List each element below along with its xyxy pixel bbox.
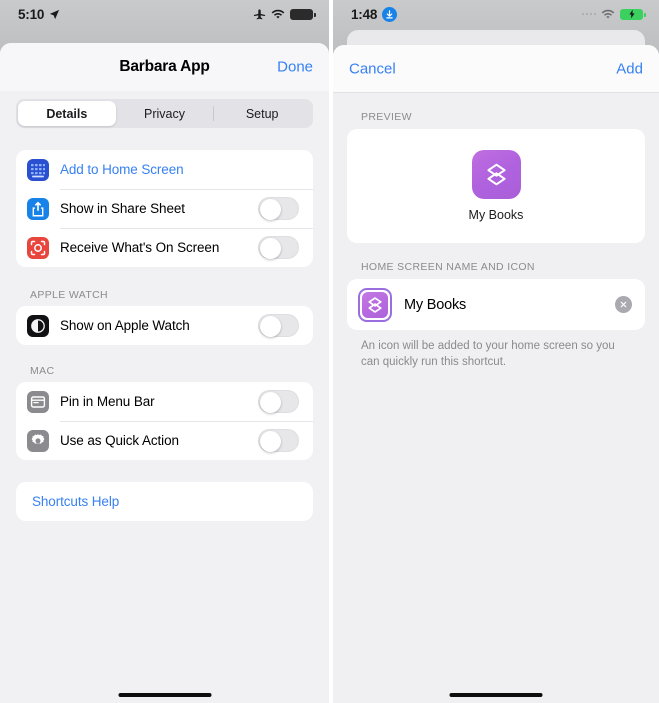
row-receive-whats-on-screen[interactable]: Receive What's On Screen xyxy=(16,228,313,267)
left-phone-panel: 5:10 Barbara App Done Details Privacy Se… xyxy=(0,0,329,703)
apple-watch-section-label: APPLE WATCH xyxy=(30,289,108,301)
home-screen-name-input[interactable]: My Books xyxy=(404,297,615,313)
shortcuts-help-group: Shortcuts Help xyxy=(16,482,313,521)
tab-details[interactable]: Details xyxy=(18,101,116,126)
home-screen-name-section-label: HOME SCREEN NAME AND ICON xyxy=(361,261,535,273)
location-arrow-icon xyxy=(49,9,60,20)
home-indicator xyxy=(449,693,543,697)
share-icon xyxy=(27,197,49,220)
mac-list-group: Pin in Menu Bar Use as Quick Action xyxy=(16,382,313,460)
wifi-icon xyxy=(601,9,615,20)
gear-icon xyxy=(27,429,49,452)
toggle-use-as-quick-action[interactable] xyxy=(258,429,299,452)
details-list-group: Add to Home Screen Show in Share Sheet R… xyxy=(16,150,313,267)
row-show-in-share-sheet[interactable]: Show in Share Sheet xyxy=(16,189,313,228)
battery-charging-icon xyxy=(620,8,646,20)
tab-bar-wrapper: Details Privacy Setup xyxy=(0,91,329,128)
clear-circle-icon[interactable] xyxy=(615,296,632,313)
add-button[interactable]: Add xyxy=(616,60,643,77)
shortcuts-help-label: Shortcuts Help xyxy=(32,494,120,509)
tab-setup[interactable]: Setup xyxy=(213,101,311,126)
left-navbar: Barbara App Done xyxy=(0,43,329,91)
right-phone-panel: 1:48 Cancel Add PREVIEW My Books HOME SC… xyxy=(333,0,659,703)
home-screen-name-field-row[interactable]: My Books xyxy=(347,279,645,330)
row-label: Receive What's On Screen xyxy=(60,240,220,255)
home-indicator xyxy=(118,693,211,697)
right-status-bar: 1:48 xyxy=(333,0,659,28)
airplane-mode-icon xyxy=(253,8,266,21)
home-screen-grid-icon xyxy=(27,158,49,181)
row-label: Add to Home Screen xyxy=(60,162,184,177)
status-time: 5:10 xyxy=(18,6,45,22)
row-label: Use as Quick Action xyxy=(60,433,179,448)
preview-section-label: PREVIEW xyxy=(361,111,412,123)
cancel-button[interactable]: Cancel xyxy=(349,60,396,77)
shortcut-layers-icon xyxy=(362,291,388,318)
wifi-icon xyxy=(271,9,285,20)
status-time: 1:48 xyxy=(351,6,378,22)
toggle-receive-whats-on-screen[interactable] xyxy=(258,236,299,259)
row-use-as-quick-action[interactable]: Use as Quick Action xyxy=(16,421,313,460)
left-modal-sheet: Barbara App Done Details Privacy Setup A… xyxy=(0,43,329,703)
toggle-pin-in-menu-bar[interactable] xyxy=(258,390,299,413)
done-button[interactable]: Done xyxy=(277,59,313,76)
left-status-bar: 5:10 xyxy=(0,0,329,28)
shortcut-layers-icon xyxy=(471,150,521,199)
preview-app-name: My Books xyxy=(468,208,524,222)
row-label: Pin in Menu Bar xyxy=(60,394,155,409)
preview-card: My Books xyxy=(347,129,645,243)
right-modal-sheet: Cancel Add PREVIEW My Books HOME SCREEN … xyxy=(333,45,659,703)
menu-bar-icon xyxy=(27,390,49,413)
download-badge-icon xyxy=(382,6,398,22)
page-title: Barbara App xyxy=(119,58,210,75)
mac-section-label: MAC xyxy=(30,365,55,377)
right-navbar: Cancel Add xyxy=(333,45,659,93)
apple-watch-icon xyxy=(27,314,49,337)
toggle-show-on-apple-watch[interactable] xyxy=(258,314,299,337)
segmented-control[interactable]: Details Privacy Setup xyxy=(16,99,313,128)
icon-picker-button[interactable] xyxy=(358,287,392,322)
row-add-to-home-screen[interactable]: Add to Home Screen xyxy=(16,150,313,189)
row-label: Show in Share Sheet xyxy=(60,201,185,216)
tab-privacy[interactable]: Privacy xyxy=(116,101,214,126)
apple-watch-list-group: Show on Apple Watch xyxy=(16,306,313,345)
dual-phone-screenshot: 5:10 Barbara App Done Details Privacy Se… xyxy=(0,0,659,703)
row-shortcuts-help[interactable]: Shortcuts Help xyxy=(16,482,313,521)
row-label: Show on Apple Watch xyxy=(60,318,190,333)
toggle-show-in-share-sheet[interactable] xyxy=(258,197,299,220)
row-pin-in-menu-bar[interactable]: Pin in Menu Bar xyxy=(16,382,313,421)
row-show-on-apple-watch[interactable]: Show on Apple Watch xyxy=(16,306,313,345)
signal-dots-icon xyxy=(581,12,596,16)
helper-text: An icon will be added to your home scree… xyxy=(361,340,615,368)
screen-capture-icon xyxy=(27,236,49,259)
battery-full-icon xyxy=(290,8,316,20)
